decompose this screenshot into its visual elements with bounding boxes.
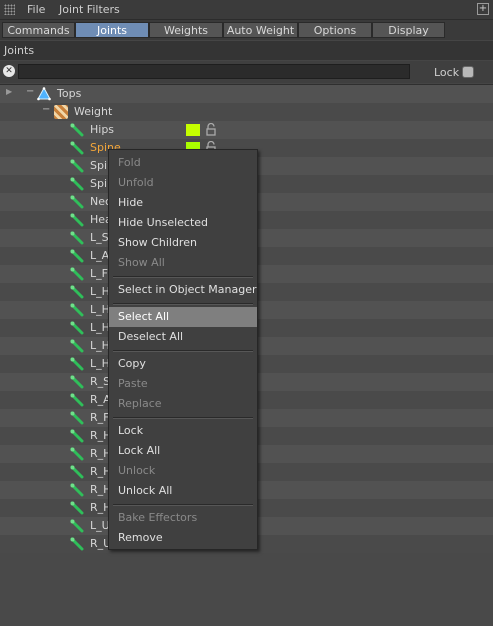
menu-item-select-all[interactable]: Select All [109,307,257,327]
menu-item-unlock-all[interactable]: Unlock All [109,481,257,501]
weight-tag-icon [54,105,68,119]
joint-label: L_U [90,519,110,532]
joint-label: L_H [90,285,110,298]
mesh-object-icon [37,87,51,101]
tree-row-weight[interactable]: − Weight [0,103,493,121]
collapse-toggle-icon[interactable]: − [42,104,50,115]
menu-separator [113,350,253,352]
menu-joint-filters[interactable]: Joint Filters [59,3,120,16]
joint-icon [70,321,84,335]
joint-label: L_H [90,339,110,352]
menu-item-show-children[interactable]: Show Children [109,233,257,253]
menu-file[interactable]: File [27,3,45,16]
menu-separator [113,417,253,419]
joint-icon [70,411,84,425]
joint-icon [70,231,84,245]
section-title: Joints [0,41,493,60]
tab-commands[interactable]: Commands [2,22,75,38]
menu-item-lock-all[interactable]: Lock All [109,441,257,461]
lock-checkbox[interactable] [462,66,474,78]
joint-icon [70,195,84,209]
filter-row: ✕ Lock [0,61,493,83]
menu-item-unlock: Unlock [118,464,156,477]
joint-icon [70,213,84,227]
collapse-toggle-icon[interactable]: − [26,86,34,97]
menu-separator [113,504,253,506]
joint-row[interactable]: Hips [0,121,493,139]
tab-joints[interactable]: Joints [75,22,149,38]
joint-icon [70,501,84,515]
menu-separator [113,303,253,305]
lock-label: Lock [434,66,460,79]
tab-options[interactable]: Options [298,22,372,38]
joint-icon [70,285,84,299]
joint-icon [70,303,84,317]
menu-item-hide[interactable]: Hide [109,193,257,213]
menu-item-deselect-all[interactable]: Deselect All [109,327,257,347]
joint-icon [70,249,84,263]
menu-item-fold: Fold [118,156,141,169]
joint-icon [70,447,84,461]
unlock-icon[interactable] [206,123,216,136]
joint-label: L_H [90,357,110,370]
joint-icon [70,123,84,137]
menu-item-paste: Paste [118,377,148,390]
joint-icon [70,159,84,173]
menu-item-replace: Replace [118,397,162,410]
joint-icon [70,429,84,443]
menu-item-select-in-object-manager[interactable]: Select in Object Manager [109,280,257,300]
tab-auto-weight[interactable]: Auto Weight [223,22,298,38]
menu-item-unfold: Unfold [118,176,154,189]
menu-item-copy[interactable]: Copy [109,354,257,374]
expand-arrow-icon[interactable]: ▶ [6,87,12,96]
joint-icon [70,465,84,479]
joint-label: Spi [90,177,108,190]
menu-item-lock[interactable]: Lock [109,421,257,441]
menu-item-bake-effectors: Bake Effectors [118,511,198,524]
joint-icon [70,393,84,407]
joint-search-input[interactable] [18,64,410,79]
menu-bar: File Joint Filters + [0,0,493,20]
joint-icon [70,357,84,371]
joint-icon [70,375,84,389]
joint-label: Spi [90,159,108,172]
menu-item-hide-unselected[interactable]: Hide Unselected [109,213,257,233]
menu-item-remove[interactable]: Remove [109,528,257,548]
joint-label: Hips [90,123,115,136]
joint-icon [70,483,84,497]
tree-row-root[interactable]: ▶ − Tops [0,85,493,103]
tree-tag-label: Weight [74,105,113,118]
tree-root-label: Tops [57,87,82,100]
tab-weights[interactable]: Weights [149,22,223,38]
panel-grip-icon[interactable] [4,4,15,15]
joint-color-swatch[interactable] [186,124,200,136]
context-menu: Fold Unfold Hide Hide Unselected Show Childr… [108,149,258,550]
menu-separator [113,276,253,278]
joint-icon [70,141,84,155]
joint-label: L_A [90,249,110,262]
pin-icon[interactable]: + [477,3,489,15]
tab-bar: Commands Joints Weights Auto Weight Opti… [0,20,493,40]
clear-search-icon[interactable]: ✕ [3,65,15,77]
menu-item-show-all: Show All [118,256,165,269]
joint-icon [70,267,84,281]
tab-display[interactable]: Display [372,22,445,38]
joint-label: R_F [90,411,110,424]
joint-icon [70,177,84,191]
joint-icon [70,519,84,533]
joint-label: L_H [90,321,110,334]
joint-label: L_H [90,303,110,316]
joint-icon [70,537,84,551]
joint-icon [70,339,84,353]
